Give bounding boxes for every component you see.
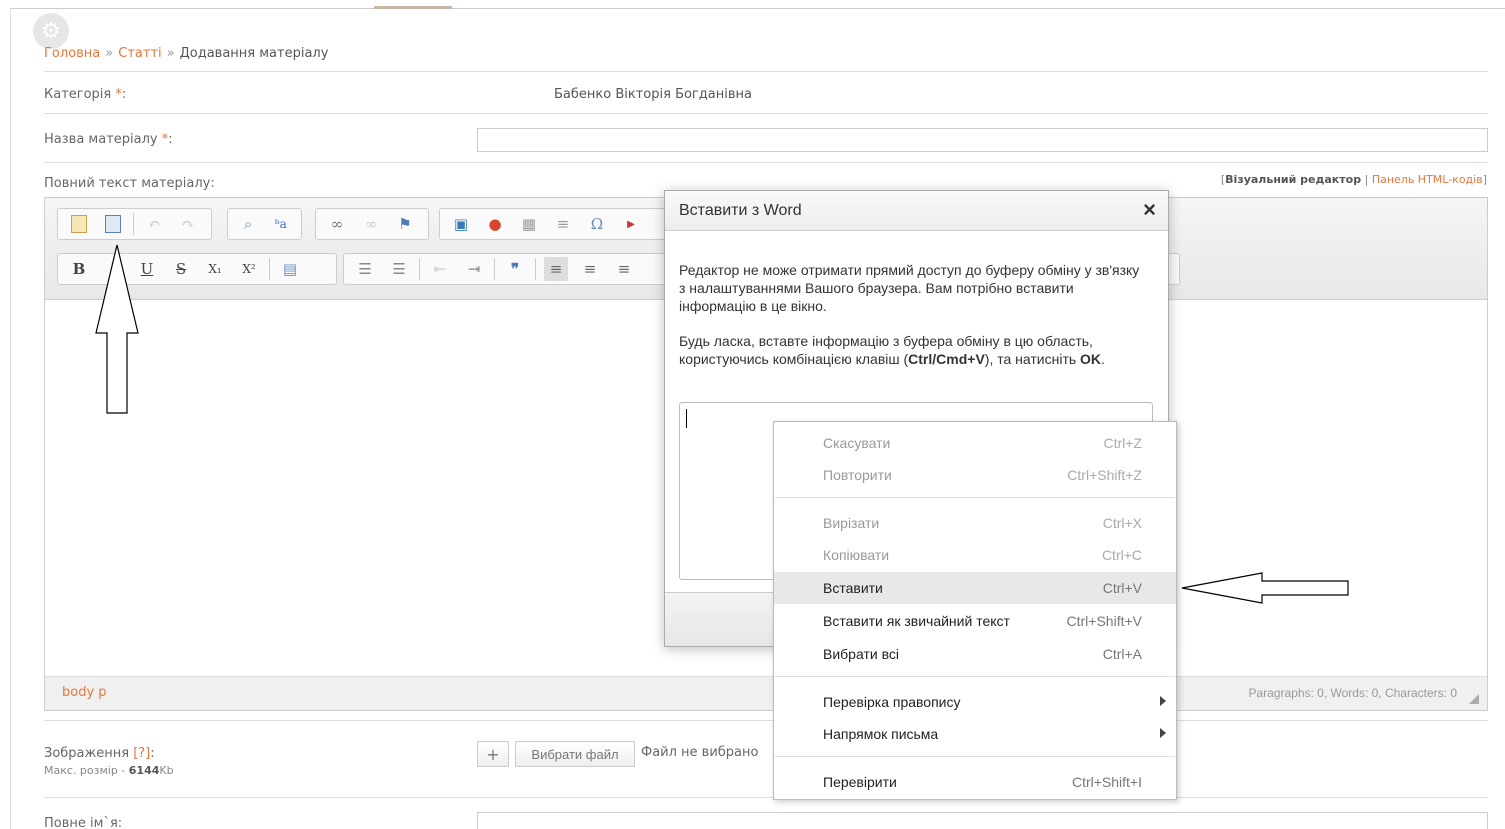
menu-item-spellcheck[interactable]: Перевірка правопису [774, 686, 1176, 718]
word-count: Paragraphs: 0, Words: 0, Characters: 0 [1248, 686, 1457, 700]
menu-item-cut[interactable]: Вирізати Ctrl+X [774, 507, 1176, 539]
left-arrow-annotation [1181, 572, 1349, 604]
dialog-header[interactable]: Вставити з Word × [665, 191, 1168, 231]
context-menu: Скасувати Ctrl+Z Повторити Ctrl+Shift+Z Ви… [773, 421, 1177, 800]
fulltext-label: Повний текст матеріалу: [44, 176, 215, 191]
subscript-button[interactable]: X₁ [203, 257, 227, 281]
menu-item-paste[interactable]: Вставити Ctrl+V [774, 572, 1176, 604]
dialog-title: Вставити з Word [679, 202, 802, 219]
title-input[interactable] [477, 128, 1488, 152]
remove-format-icon[interactable]: ▤ [278, 257, 302, 281]
breadcrumb-current: Додавання матеріалу [179, 46, 329, 61]
toolbar-group-clipboard: ↶ ↷ [57, 208, 212, 240]
resize-handle[interactable] [1469, 694, 1479, 704]
toolbar-group-links: ∞ ∞ ⚑ [315, 208, 429, 240]
outdent-icon[interactable]: ⇤ [428, 257, 452, 281]
breadcrumb-home-link[interactable]: Головна [44, 46, 100, 61]
visual-editor-link[interactable]: Візуальний редактор [1225, 173, 1361, 186]
image-icon[interactable]: ▣ [449, 212, 473, 236]
paste-from-word-icon[interactable] [101, 212, 125, 236]
html-panel-link[interactable]: Панель HTML-кодів [1372, 173, 1483, 186]
dialog-message: Редактор не може отримати прямий доступ … [679, 262, 1140, 314]
divider [44, 720, 1488, 721]
link-icon[interactable]: ∞ [325, 212, 349, 236]
breadcrumb-articles-link[interactable]: Статті [118, 46, 161, 61]
menu-separator [775, 676, 1175, 677]
up-arrow-annotation [95, 244, 139, 414]
dialog-instructions: Будь ласка, вставте інформацію з буфера … [679, 333, 1105, 367]
replace-icon[interactable]: ᵇa [270, 212, 293, 236]
category-label: Категорія *: [44, 87, 127, 102]
menu-item-undo[interactable]: Скасувати Ctrl+Z [774, 427, 1176, 459]
align-right-icon[interactable]: ≡ [612, 257, 636, 281]
unlink-icon[interactable]: ∞ [359, 212, 383, 236]
blockquote-icon[interactable]: ❞ [503, 257, 527, 281]
page-frame-top [10, 8, 1505, 9]
menu-item-paste-plain[interactable]: Вставити як звичайний текст Ctrl+Shift+V [774, 605, 1176, 637]
breadcrumb: Головна » Статті » Додавання матеріалу [44, 46, 328, 61]
submenu-arrow-icon [1160, 696, 1166, 706]
image-size-note: Макс. розмір - 6144Kb [44, 764, 174, 777]
strike-button[interactable]: S [169, 257, 193, 281]
menu-item-writing-direction[interactable]: Напрямок письма [774, 718, 1176, 750]
align-center-icon[interactable]: ≡ [578, 257, 602, 281]
anchor-icon[interactable]: ⚑ [393, 212, 417, 236]
image-help-link[interactable]: [?] [133, 746, 150, 761]
divider [44, 71, 1488, 72]
superscript-button[interactable]: X² [237, 257, 261, 281]
menu-item-copy[interactable]: Копіювати Ctrl+C [774, 539, 1176, 571]
menu-item-inspect[interactable]: Перевірити Ctrl+Shift+I [774, 766, 1176, 798]
bulleted-list-icon[interactable]: ☰ [387, 257, 411, 281]
toolbar-group-find: ⌕ ᵇa [227, 208, 302, 240]
gear-icon[interactable]: ⚙ [33, 13, 69, 49]
fullname-input[interactable] [477, 812, 1488, 829]
indent-icon[interactable]: ⇥ [462, 257, 486, 281]
toolbar-group-paragraph: ☰ ☰ ⇤ ⇥ ❞ ≡ ≡ ≡ [343, 253, 713, 285]
redo-icon[interactable]: ↷ [176, 212, 200, 236]
file-status: Файл не вибрано [641, 745, 759, 760]
align-left-icon[interactable]: ≡ [544, 257, 568, 281]
fullname-label: Повне ім`я: [44, 816, 123, 829]
breadcrumb-separator: » [105, 46, 114, 61]
special-char-icon[interactable]: Ω [585, 212, 609, 236]
horizontal-line-icon[interactable]: ≡ [551, 212, 575, 236]
divider [44, 162, 1488, 163]
menu-separator [775, 756, 1175, 757]
table-icon[interactable]: ▦ [517, 212, 541, 236]
text-caret [686, 409, 687, 428]
flash-icon[interactable]: ● [483, 212, 507, 236]
menu-separator [775, 497, 1175, 498]
add-image-button[interactable]: + [477, 741, 509, 767]
editor-mode-switch: [Візуальний редактор | Панель HTML-кодів… [1220, 173, 1487, 186]
menu-item-select-all[interactable]: Вибрати всі Ctrl+A [774, 638, 1176, 670]
title-label: Назва матеріалу *: [44, 132, 173, 147]
toolbar-group-insert: ▣ ● ▦ ≡ Ω ▶ [439, 208, 679, 240]
menu-item-redo[interactable]: Повторити Ctrl+Shift+Z [774, 459, 1176, 491]
category-value: Бабенко Вікторія Богданівна [554, 87, 752, 102]
breadcrumb-separator: » [166, 46, 175, 61]
divider [44, 113, 1488, 114]
undo-icon[interactable]: ↶ [142, 212, 166, 236]
divider [44, 797, 1488, 798]
paste-text-icon[interactable] [67, 212, 91, 236]
numbered-list-icon[interactable]: ☰ [353, 257, 377, 281]
element-path[interactable]: body p [62, 685, 107, 700]
bold-button[interactable]: B [67, 257, 91, 281]
image-label: Зображення [?]: [44, 746, 155, 761]
youtube-icon[interactable]: ▶ [619, 212, 643, 236]
active-tab-marker [374, 6, 452, 9]
choose-file-button[interactable]: Вибрати файл [515, 741, 635, 767]
editor-status-bar: body p Paragraphs: 0, Words: 0, Characte… [45, 676, 1487, 710]
find-icon[interactable]: ⌕ [237, 212, 260, 236]
page-frame-left [10, 8, 11, 829]
close-icon[interactable]: × [1143, 197, 1156, 223]
submenu-arrow-icon [1160, 728, 1166, 738]
